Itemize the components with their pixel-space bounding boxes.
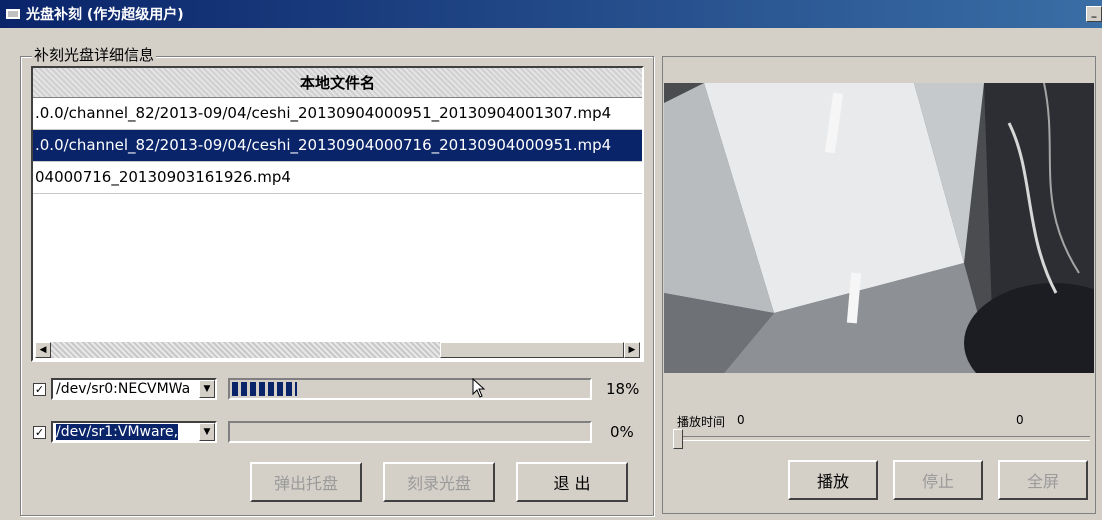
mouse-cursor-icon xyxy=(472,378,486,398)
drive2-progress xyxy=(228,421,592,443)
play-button-label: 播放 xyxy=(816,472,849,491)
stop-button[interactable]: 停止 xyxy=(893,460,983,500)
play-time-value: 0 xyxy=(737,413,745,427)
horizontal-scrollbar[interactable]: ◀ ▶ xyxy=(35,342,640,358)
file-list[interactable]: 本地文件名 .0.0/channel_82/2013-09/04/ceshi_2… xyxy=(31,66,644,362)
dropdown-arrow-icon[interactable]: ▼ xyxy=(199,380,215,398)
burn-button-label: 刻录光盘 xyxy=(406,474,471,493)
video-preview xyxy=(664,83,1094,373)
play-time-total: 0 xyxy=(1016,413,1024,427)
scroll-left-icon[interactable]: ◀ xyxy=(35,342,51,358)
seek-track[interactable] xyxy=(677,436,1090,441)
play-time-label: 播放时间 xyxy=(677,415,726,429)
column-header[interactable]: 本地文件名 xyxy=(33,68,642,98)
fullscreen-button[interactable]: 全屏 xyxy=(998,460,1088,500)
burn-button[interactable]: 刻录光盘 xyxy=(383,462,495,502)
exit-button-label: 退 出 xyxy=(553,474,591,493)
drive2-checkbox[interactable]: ✓ xyxy=(33,426,46,439)
drive1-checkbox[interactable]: ✓ xyxy=(33,383,46,396)
file-row[interactable]: .0.0/channel_82/2013-09/04/ceshi_2013090… xyxy=(33,98,642,130)
title-bar: 光盘补刻 (作为超级用户) _ xyxy=(0,0,1102,28)
dropdown-arrow-icon[interactable]: ▼ xyxy=(199,423,215,441)
scroll-right-icon[interactable]: ▶ xyxy=(624,342,640,358)
column-header-label: 本地文件名 xyxy=(299,74,375,92)
drive2-select[interactable]: /dev/sr1:VMware, ▼ xyxy=(51,421,217,443)
window-icon xyxy=(6,9,20,19)
exit-button[interactable]: 退 出 xyxy=(516,462,628,502)
eject-button[interactable]: 弹出托盘 xyxy=(250,462,362,502)
file-row-selected[interactable]: .0.0/channel_82/2013-09/04/ceshi_2013090… xyxy=(33,130,642,162)
minimize-icon[interactable]: _ xyxy=(1086,6,1102,22)
drive1-device: /dev/sr0:NECVMWa xyxy=(56,381,191,397)
drive1-select[interactable]: /dev/sr0:NECVMWa ▼ xyxy=(51,378,217,400)
fullscreen-button-label: 全屏 xyxy=(1026,472,1059,491)
drive1-progress-fill xyxy=(232,382,297,396)
drive1-progress xyxy=(228,378,592,400)
seek-handle[interactable] xyxy=(673,429,683,449)
stop-button-label: 停止 xyxy=(921,472,954,491)
group-title: 补刻光盘详细信息 xyxy=(32,44,157,65)
scroll-thumb[interactable] xyxy=(440,342,624,358)
drive2-percent: 0% xyxy=(610,423,634,441)
drive1-percent: 18% xyxy=(606,380,640,398)
play-button[interactable]: 播放 xyxy=(788,460,878,500)
eject-button-label: 弹出托盘 xyxy=(273,474,338,493)
drive2-device: /dev/sr1:VMware, xyxy=(56,424,179,440)
window-title: 光盘补刻 (作为超级用户) xyxy=(26,7,184,23)
file-row[interactable]: 04000716_20130903161926.mp4 xyxy=(33,162,642,194)
